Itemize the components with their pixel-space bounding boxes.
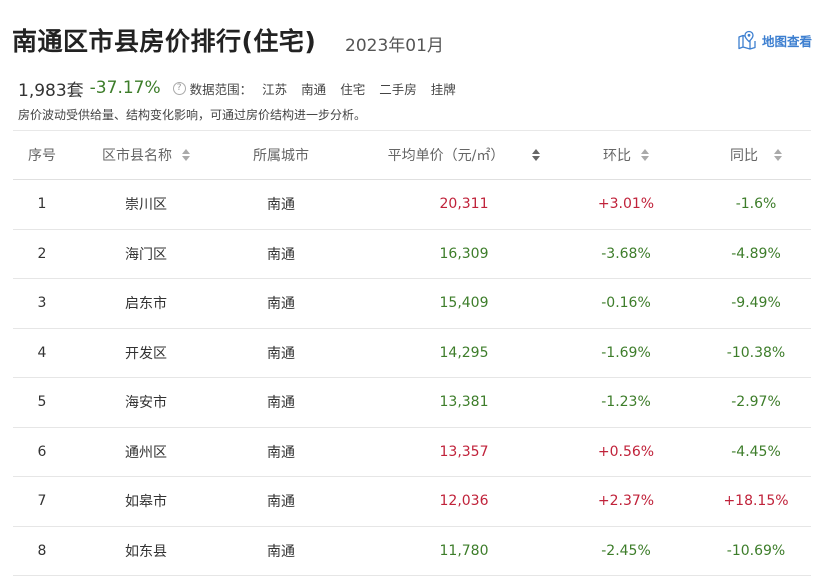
city-cell: 南通 bbox=[267, 197, 295, 214]
city-cell: 南通 bbox=[267, 246, 295, 263]
rank-cell: 6 bbox=[37, 443, 47, 460]
table-row[interactable]: 4 开发区 南通 14,295 -1.69% -10.38% bbox=[13, 329, 811, 378]
rank-cell: 2 bbox=[37, 245, 47, 262]
table-header: 序号 区市县名称 所属城市 平均单价（元/㎡） 环比 同比 bbox=[13, 130, 811, 180]
sort-icon[interactable] bbox=[774, 149, 782, 161]
header-price[interactable]: 平均单价（元/㎡） bbox=[379, 131, 549, 179]
yoy-cell: -10.38% bbox=[726, 344, 786, 361]
mom-cell: +0.56% bbox=[597, 443, 655, 460]
price-note: 房价波动受供给量、结构变化影响，可通过房价结构进一步分析。 bbox=[18, 108, 367, 122]
price-cell: 12,036 bbox=[439, 493, 489, 510]
rank-cell: 5 bbox=[37, 394, 47, 411]
scope-label: 数据范围： bbox=[189, 81, 253, 97]
yoy-cell: +18.15% bbox=[723, 493, 789, 510]
listing-count: 1,983套 bbox=[18, 80, 84, 101]
summary-bar: 1,983套 -37.17% ? 数据范围： 江苏 南通 住宅 二手房 挂牌 bbox=[18, 76, 470, 101]
price-cell: 13,381 bbox=[439, 394, 489, 411]
yoy-cell: -1.6% bbox=[735, 196, 777, 213]
page-title: 南通区市县房价排行(住宅) bbox=[12, 27, 317, 56]
mom-cell: -1.23% bbox=[601, 394, 651, 411]
city-cell: 南通 bbox=[267, 494, 295, 511]
name-cell: 如东县 bbox=[125, 543, 167, 560]
table-row[interactable]: 8 如东县 南通 11,780 -2.45% -10.69% bbox=[13, 527, 811, 576]
name-cell: 崇川区 bbox=[125, 197, 167, 214]
price-cell: 13,357 bbox=[439, 443, 489, 460]
name-cell: 如皋市 bbox=[125, 494, 167, 511]
city-cell: 南通 bbox=[267, 444, 295, 461]
city-cell: 南通 bbox=[267, 296, 295, 313]
table-row[interactable]: 2 海门区 南通 16,309 -3.68% -4.89% bbox=[13, 230, 811, 279]
yoy-cell: -9.49% bbox=[731, 295, 781, 312]
mom-cell: -3.68% bbox=[601, 245, 651, 262]
mom-cell: -1.69% bbox=[601, 344, 651, 361]
sort-icon[interactable] bbox=[532, 149, 541, 161]
report-date: 2023年01月 bbox=[345, 36, 444, 56]
price-cell: 11,780 bbox=[439, 542, 489, 559]
mom-cell: -2.45% bbox=[601, 542, 651, 559]
mom-cell: +2.37% bbox=[597, 493, 655, 510]
table-row[interactable]: 6 通州区 南通 13,357 +0.56% -4.45% bbox=[13, 428, 811, 477]
rank-cell: 8 bbox=[37, 542, 47, 559]
map-view-link[interactable]: 地图查看 bbox=[736, 30, 812, 50]
rank-cell: 3 bbox=[37, 295, 47, 312]
name-cell: 通州区 bbox=[125, 444, 167, 461]
table-body: 1 崇川区 南通 20,311 +3.01% -1.6% 2 海门区 南通 16,309 -3.68… bbox=[13, 180, 811, 576]
page-header: 南通区市县房价排行(住宅) 2023年01月 地图查看 bbox=[12, 22, 812, 62]
table-row[interactable]: 7 如皋市 南通 12,036 +2.37% +18.15% bbox=[13, 477, 811, 527]
map-pin-icon bbox=[738, 30, 756, 50]
rank-cell: 1 bbox=[37, 196, 47, 213]
sort-icon[interactable] bbox=[641, 149, 649, 161]
table-row[interactable]: 1 崇川区 南通 20,311 +3.01% -1.6% bbox=[13, 180, 811, 230]
price-cell: 16,309 bbox=[439, 245, 489, 262]
yoy-cell: -4.89% bbox=[731, 245, 781, 262]
scope-city: 南通 bbox=[301, 81, 327, 97]
city-cell: 南通 bbox=[267, 395, 295, 412]
price-cell: 20,311 bbox=[439, 196, 489, 213]
header-mom[interactable]: 环比 bbox=[581, 131, 671, 179]
table-row[interactable]: 3 启东市 南通 15,409 -0.16% -9.49% bbox=[13, 279, 811, 329]
header-rank: 序号 bbox=[28, 148, 56, 164]
help-icon[interactable]: ? bbox=[172, 81, 186, 95]
price-cell: 15,409 bbox=[439, 295, 489, 312]
yoy-cell: -4.45% bbox=[731, 443, 781, 460]
name-cell: 开发区 bbox=[125, 345, 167, 362]
ranking-table: 序号 区市县名称 所属城市 平均单价（元/㎡） 环比 同比 1 崇川区 南通 20,3… bbox=[13, 130, 811, 576]
yoy-cell: -10.69% bbox=[726, 542, 786, 559]
table-row[interactable]: 5 海安市 南通 13,381 -1.23% -2.97% bbox=[13, 378, 811, 428]
scope-type: 住宅 bbox=[340, 81, 366, 97]
price-cell: 14,295 bbox=[439, 344, 489, 361]
sort-icon[interactable] bbox=[182, 149, 190, 161]
name-cell: 海安市 bbox=[125, 395, 167, 412]
name-cell: 海门区 bbox=[125, 246, 167, 263]
mom-cell: -0.16% bbox=[601, 295, 651, 312]
scope-source: 挂牌 bbox=[430, 81, 456, 97]
listing-change: -37.17% bbox=[89, 78, 161, 98]
header-city: 所属城市 bbox=[253, 148, 309, 164]
scope-market: 二手房 bbox=[379, 81, 417, 97]
rank-cell: 4 bbox=[37, 344, 47, 361]
header-name[interactable]: 区市县名称 bbox=[91, 131, 201, 179]
map-view-label: 地图查看 bbox=[761, 33, 812, 49]
name-cell: 启东市 bbox=[125, 296, 167, 313]
header-yoy[interactable]: 同比 bbox=[701, 131, 811, 179]
mom-cell: +3.01% bbox=[597, 196, 655, 213]
city-cell: 南通 bbox=[267, 543, 295, 560]
city-cell: 南通 bbox=[267, 345, 295, 362]
rank-cell: 7 bbox=[37, 493, 47, 510]
scope-province: 江苏 bbox=[262, 81, 288, 97]
yoy-cell: -2.97% bbox=[731, 394, 781, 411]
